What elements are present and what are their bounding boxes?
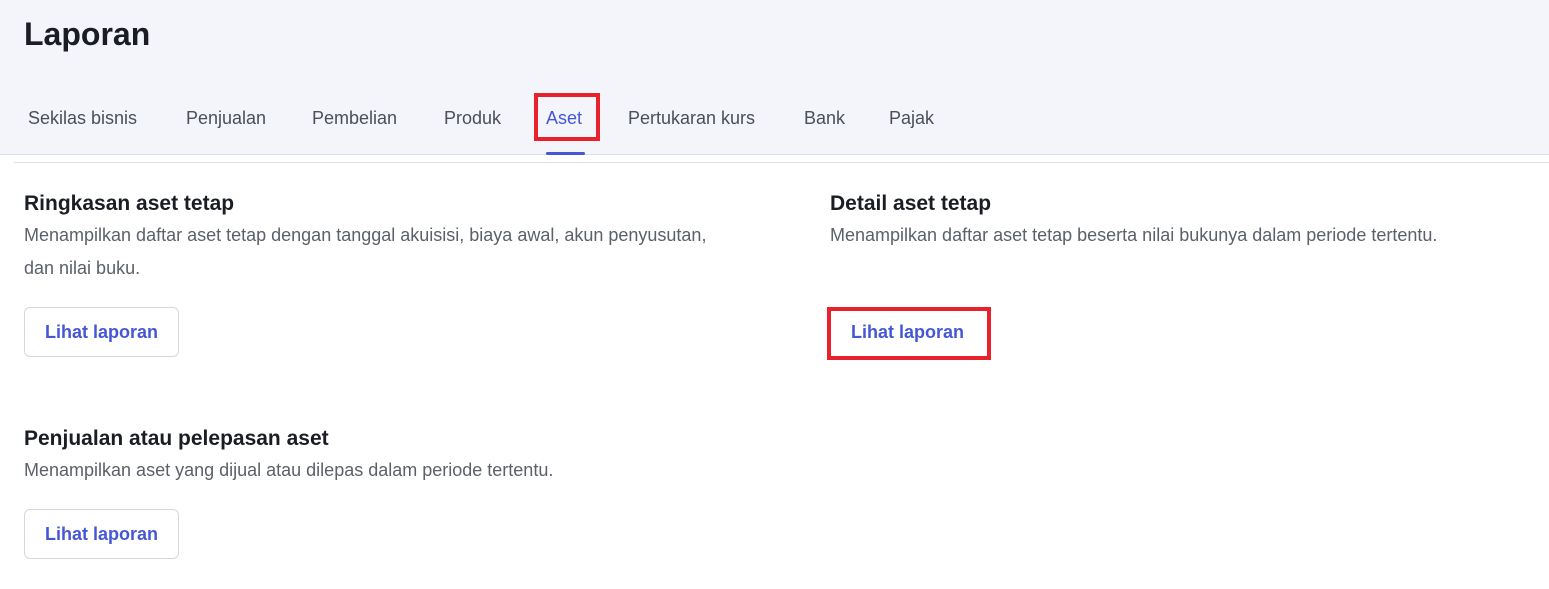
card-description-ringkasan-aset-tetap: Menampilkan daftar aset tetap dengan tan… — [24, 225, 707, 278]
tab-pajak[interactable]: Pajak — [889, 106, 934, 130]
card-title-ringkasan-aset-tetap: Ringkasan aset tetap — [24, 192, 235, 215]
tab-produk[interactable]: Produk — [444, 106, 501, 130]
view-report-button-ringkasan[interactable]: Lihat laporan — [24, 307, 179, 357]
tab-aset[interactable]: Aset — [546, 106, 582, 130]
card-description-penjualan-pelepasan-aset: Menampilkan aset yang dijual atau dilepa… — [24, 460, 554, 480]
view-report-button-penjualan[interactable]: Lihat laporan — [24, 509, 179, 559]
card-description-detail-aset-tetap: Menampilkan daftar aset tetap beserta ni… — [830, 225, 1438, 245]
card-title-penjualan-pelepasan-aset: Penjualan atau pelepasan aset — [24, 427, 329, 450]
tab-sekilas-bisnis[interactable]: Sekilas bisnis — [28, 106, 137, 130]
page-header: Laporan Sekilas bisnis Penjualan Pembeli… — [0, 0, 1549, 155]
content-divider — [14, 162, 1549, 163]
active-tab-indicator — [546, 152, 585, 155]
tab-bank[interactable]: Bank — [804, 106, 845, 130]
report-tabs: Sekilas bisnis Penjualan Pembelian Produ… — [0, 96, 1549, 155]
tab-pertukaran-kurs[interactable]: Pertukaran kurs — [628, 106, 755, 130]
page-title: Laporan — [24, 16, 151, 52]
card-title-detail-aset-tetap: Detail aset tetap — [830, 192, 992, 215]
tab-pembelian[interactable]: Pembelian — [312, 106, 397, 130]
view-report-button-detail[interactable]: Lihat laporan — [830, 307, 985, 357]
tab-penjualan[interactable]: Penjualan — [186, 106, 266, 130]
